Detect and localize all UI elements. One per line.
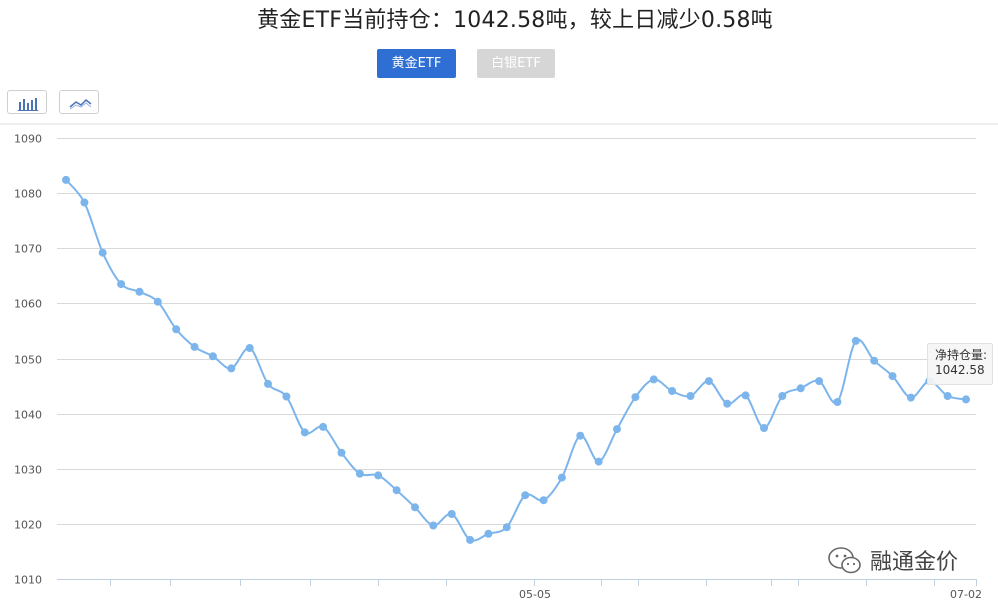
data-point[interactable] xyxy=(613,425,621,434)
data-point[interactable] xyxy=(906,393,915,402)
tooltip-label: 净持仓量: xyxy=(935,348,988,362)
data-point[interactable] xyxy=(631,393,640,402)
series-line xyxy=(65,179,967,542)
data-point[interactable] xyxy=(851,336,860,345)
y-tick-label: 1060 xyxy=(14,298,42,311)
data-point[interactable] xyxy=(815,377,824,386)
data-point[interactable] xyxy=(686,392,695,400)
data-point[interactable] xyxy=(153,297,162,306)
y-tick-label: 1010 xyxy=(14,574,42,587)
data-point[interactable] xyxy=(484,529,493,538)
data-point[interactable] xyxy=(392,486,401,495)
y-tick-label: 1020 xyxy=(14,519,42,532)
y-tick-label: 1040 xyxy=(14,409,42,422)
data-point[interactable] xyxy=(870,356,879,365)
tooltip-value: 1042.58 xyxy=(935,363,985,377)
x-axis: 05-05 07-02 xyxy=(110,579,982,601)
data-point[interactable] xyxy=(668,387,677,395)
data-point[interactable] xyxy=(80,198,89,207)
y-tick-label: 1090 xyxy=(14,133,42,146)
x-tick-label: 07-02 xyxy=(950,588,982,601)
y-tick-label: 1030 xyxy=(14,464,42,477)
data-point[interactable] xyxy=(796,384,805,393)
data-point[interactable] xyxy=(300,428,309,437)
data-point[interactable] xyxy=(227,364,236,373)
data-point[interactable] xyxy=(172,325,181,334)
data-point[interactable] xyxy=(539,496,548,505)
data-point[interactable] xyxy=(264,379,272,388)
data-point[interactable] xyxy=(319,422,328,431)
data-point[interactable] xyxy=(943,392,952,400)
data-point[interactable] xyxy=(576,431,585,440)
data-point[interactable] xyxy=(557,473,566,482)
data-point[interactable] xyxy=(649,375,658,384)
wechat-icon xyxy=(828,547,861,574)
grid-lines xyxy=(57,138,976,580)
data-point[interactable] xyxy=(337,448,346,457)
data-point[interactable] xyxy=(245,344,254,352)
data-point[interactable] xyxy=(760,424,768,432)
data-point[interactable] xyxy=(962,395,970,404)
y-axis: 1010 1020 1030 1040 1050 1060 1070 1080 1090 xyxy=(14,133,42,587)
data-point[interactable] xyxy=(117,280,126,289)
data-point[interactable] xyxy=(833,398,842,406)
watermark-text: 融通金价 xyxy=(870,550,959,575)
tooltip: 净持仓量: 1042.58 xyxy=(927,343,993,385)
line-chart: 1010 1020 1030 1040 1050 1060 1070 1080 1090 05-… xyxy=(0,123,998,601)
y-tick-label: 1050 xyxy=(14,354,42,367)
data-point[interactable] xyxy=(447,510,456,518)
data-point[interactable] xyxy=(411,503,419,512)
data-point[interactable] xyxy=(521,491,530,500)
data-point[interactable] xyxy=(355,469,364,478)
data-point[interactable] xyxy=(888,372,897,381)
data-point[interactable] xyxy=(208,352,217,361)
watermark: 融通金价 xyxy=(826,543,986,577)
y-tick-label: 1080 xyxy=(14,188,42,201)
data-point[interactable] xyxy=(704,377,713,386)
data-point[interactable] xyxy=(594,457,603,466)
data-point[interactable] xyxy=(778,392,787,400)
data-point[interactable] xyxy=(374,471,383,480)
y-tick-label: 1070 xyxy=(14,243,42,256)
data-point[interactable] xyxy=(98,248,107,257)
data-point[interactable] xyxy=(741,391,750,400)
data-point[interactable] xyxy=(62,175,70,184)
x-tick-label: 05-05 xyxy=(519,588,551,601)
data-point[interactable] xyxy=(429,521,438,530)
data-point[interactable] xyxy=(282,392,291,401)
data-point[interactable] xyxy=(190,342,199,351)
data-point[interactable] xyxy=(502,523,511,532)
data-point[interactable] xyxy=(723,399,732,408)
data-point[interactable] xyxy=(135,287,144,296)
data-point[interactable] xyxy=(466,535,475,544)
